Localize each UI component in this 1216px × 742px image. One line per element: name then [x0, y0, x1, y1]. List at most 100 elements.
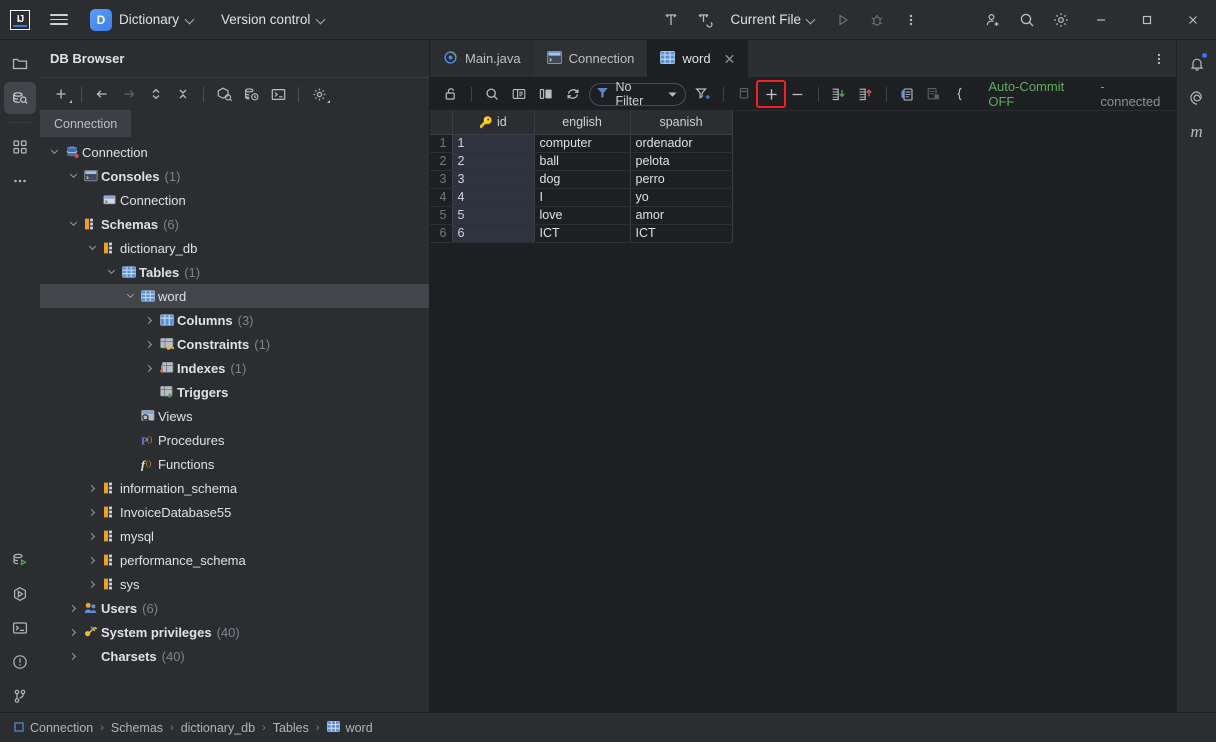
cell-english[interactable]: love [534, 206, 630, 224]
column-header-english[interactable]: english [534, 111, 630, 134]
settings-button[interactable] [1044, 5, 1078, 35]
chevron-right-icon[interactable] [84, 500, 100, 524]
chevron-right-icon[interactable] [84, 524, 100, 548]
tree-node[interactable]: Triggers [40, 380, 429, 404]
open-ddl-button[interactable] [947, 82, 973, 106]
cell-english[interactable]: ball [534, 152, 630, 170]
cell-id[interactable]: 6 [452, 224, 534, 242]
tab-main-java[interactable]: Main.java [430, 40, 534, 77]
tree-node[interactable]: Indexes(1) [40, 356, 429, 380]
data-grid[interactable]: 🔑id english spanish 11computerordenador2… [430, 111, 1176, 712]
transpose-button[interactable] [533, 82, 559, 106]
chevron-down-icon[interactable] [65, 212, 81, 236]
tree-node[interactable]: Views [40, 404, 429, 428]
tree-node[interactable]: Consoles(1) [40, 164, 429, 188]
cell-english[interactable]: ICT [534, 224, 630, 242]
meta-tool-button[interactable]: m [1181, 116, 1213, 148]
open-terminal-button[interactable] [265, 82, 291, 106]
cell-id[interactable]: 3 [452, 170, 534, 188]
cell-spanish[interactable]: amor [630, 206, 732, 224]
value-editor-button[interactable] [506, 82, 532, 106]
tree-node[interactable]: sys [40, 572, 429, 596]
paste-from-clipboard-button[interactable] [894, 82, 920, 106]
cell-id[interactable]: 1 [452, 134, 534, 152]
chevron-right-icon[interactable] [141, 356, 157, 380]
data-source-properties-button[interactable] [306, 82, 332, 106]
copy-to-clipboard-button[interactable] [921, 82, 947, 106]
import-data-button[interactable] [826, 82, 852, 106]
version-control-selector[interactable]: Version control [213, 8, 334, 31]
run-configuration-selector[interactable]: Current File [722, 8, 824, 31]
cell-spanish[interactable]: yo [630, 188, 732, 206]
sidebar-item-problems[interactable] [4, 646, 36, 678]
tree-node[interactable]: Schemas(6) [40, 212, 429, 236]
tree-node[interactable]: Charsets(40) [40, 644, 429, 668]
breadcrumb-item[interactable]: Tables [269, 721, 313, 735]
chevron-right-icon[interactable] [65, 596, 81, 620]
tree-node[interactable]: Users(6) [40, 596, 429, 620]
refresh-button[interactable] [560, 82, 586, 106]
rebuild-button[interactable] [688, 5, 722, 35]
tree-node[interactable]: Connection [40, 140, 429, 164]
back-button[interactable] [89, 82, 115, 106]
add-row-button[interactable] [758, 82, 784, 106]
sidebar-item-more[interactable] [4, 165, 36, 197]
chevron-down-icon[interactable] [46, 140, 62, 164]
debug-button[interactable] [860, 5, 894, 35]
tree-node[interactable]: Constraints(1) [40, 332, 429, 356]
notifications-button[interactable] [1181, 48, 1213, 80]
tree-node[interactable]: InvoiceDatabase55 [40, 500, 429, 524]
delete-row-button[interactable] [785, 82, 811, 106]
chevron-right-icon[interactable] [141, 332, 157, 356]
filter-selector[interactable]: No Filter [589, 83, 686, 106]
chevron-down-icon[interactable] [84, 236, 100, 260]
search-everywhere-button[interactable] [1010, 5, 1044, 35]
main-menu-button[interactable] [40, 0, 78, 40]
breadcrumb-item[interactable]: Connection [10, 721, 97, 735]
chevron-right-icon[interactable] [141, 308, 157, 332]
tree-node[interactable]: f()Functions [40, 452, 429, 476]
auto-commit-label[interactable]: Auto-Commit OFF [988, 79, 1093, 109]
ai-assistant-button[interactable] [1181, 82, 1213, 114]
chevron-down-icon[interactable] [103, 260, 119, 284]
tree-node[interactable]: Tables(1) [40, 260, 429, 284]
add-collaborator-button[interactable] [976, 5, 1010, 35]
cell-spanish[interactable]: ordenador [630, 134, 732, 152]
tab-word[interactable]: word ✕ [647, 40, 748, 77]
tab-connection[interactable]: Connection [534, 40, 648, 77]
cell-spanish[interactable]: ICT [630, 224, 732, 242]
tree-node[interactable]: word [40, 284, 429, 308]
collapse-all-button[interactable] [170, 82, 196, 106]
tree-node[interactable]: performance_schema [40, 548, 429, 572]
tree-node[interactable]: information_schema [40, 476, 429, 500]
table-row[interactable]: 44Iyo [430, 188, 732, 206]
chevron-right-icon[interactable] [84, 476, 100, 500]
sidebar-item-database[interactable] [4, 82, 36, 114]
export-data-button[interactable] [853, 82, 879, 106]
table-row[interactable]: 22ballpelota [430, 152, 732, 170]
window-close-button[interactable] [1170, 0, 1216, 40]
column-header-id[interactable]: 🔑id [452, 111, 534, 134]
build-button[interactable] [654, 5, 688, 35]
tab-close-icon[interactable]: ✕ [724, 52, 736, 66]
cell-id[interactable]: 4 [452, 188, 534, 206]
expand-collapse-button[interactable] [143, 82, 169, 106]
tree-node[interactable]: mysql [40, 524, 429, 548]
chevron-down-icon[interactable] [122, 284, 138, 308]
chevron-down-icon[interactable] [65, 164, 81, 188]
tree-node[interactable]: System privileges(40) [40, 620, 429, 644]
sidebar-item-structure[interactable] [4, 131, 36, 163]
sidebar-item-version-control[interactable] [4, 680, 36, 712]
cell-english[interactable]: computer [534, 134, 630, 152]
cell-english[interactable]: dog [534, 170, 630, 188]
cell-spanish[interactable]: perro [630, 170, 732, 188]
tree-node[interactable]: Connection [40, 188, 429, 212]
add-filter-button[interactable] [690, 82, 716, 106]
find-in-grid-button[interactable] [479, 82, 505, 106]
chevron-right-icon[interactable] [84, 572, 100, 596]
forward-button[interactable] [116, 82, 142, 106]
db-browser-tab-connection[interactable]: Connection [40, 110, 131, 137]
sidebar-item-project[interactable] [4, 48, 36, 80]
sidebar-item-terminal[interactable] [4, 612, 36, 644]
cell-english[interactable]: I [534, 188, 630, 206]
